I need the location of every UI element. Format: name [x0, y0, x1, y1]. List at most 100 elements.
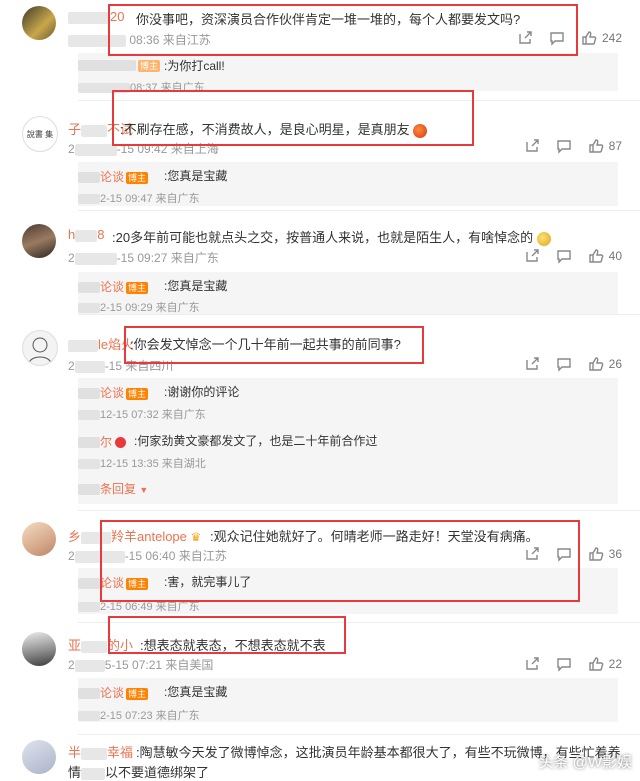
reply-author[interactable]: 博主 [78, 58, 162, 72]
avatar[interactable] [22, 224, 56, 258]
reply-author[interactable]: 论谈 博主 [78, 168, 150, 185]
comment-3: h8 :20多年前可能也就点头之交，按普通人来说，也就是陌生人，有啥悼念的 2-… [0, 210, 640, 314]
like-count: 87 [608, 139, 622, 153]
share-icon[interactable] [524, 656, 540, 672]
comment-actions: 40 [524, 248, 622, 264]
divider [78, 622, 640, 623]
caret-down-icon: ▼ [139, 485, 149, 495]
reply-author[interactable]: 论谈 博主 [78, 278, 150, 295]
blogger-badge: 博主 [126, 281, 149, 294]
comment-meta: 08:36 来自江苏 [68, 31, 211, 48]
reply-meta: 08:37 来自广东 [78, 79, 205, 95]
divider [78, 314, 640, 315]
comment-meta: 2 5-15 07:21 来自美国 [68, 658, 214, 672]
reply-author[interactable]: 论谈 博主 [78, 574, 150, 591]
reply-author[interactable]: 尔 [78, 433, 127, 450]
avatar[interactable]: 說書 集 [22, 116, 58, 152]
like-button[interactable]: 22 [588, 656, 622, 672]
share-icon[interactable] [524, 546, 540, 562]
badge-icon [115, 437, 127, 449]
comment-actions: 242 [517, 30, 622, 46]
comment-author[interactable]: 亚的小 [68, 635, 133, 654]
reply-block: 论谈 博主 :您真是宝藏 2-15 07:23 来自广东 [78, 678, 618, 722]
divider [78, 100, 640, 101]
comment-author[interactable]: 20 [68, 9, 124, 24]
like-button[interactable]: 36 [588, 546, 622, 562]
comment-icon[interactable] [556, 356, 572, 372]
comment-meta: 2 -15 06:40 来自江苏 [68, 549, 227, 563]
reply-block: 论谈 博主 :谢谢你的评论 12-15 07:32 来自广东 尔 :何家劲黄文豪都… [78, 378, 618, 504]
comment-author[interactable]: 半幸福 [68, 742, 133, 761]
comment-author[interactable]: 乡羚羊antelope ♛ [68, 526, 201, 545]
share-icon[interactable] [524, 138, 540, 154]
like-button[interactable]: 242 [581, 30, 622, 46]
comment-actions: 22 [524, 656, 622, 672]
blogger-badge: 博主 [126, 171, 149, 184]
reply-author[interactable]: 论谈 博主 [78, 384, 150, 401]
comment-icon[interactable] [556, 138, 572, 154]
comment-actions: 36 [524, 546, 622, 562]
reply-text: :为你打call! [164, 59, 225, 73]
blogger-badge: 博主 [126, 387, 149, 400]
avatar[interactable] [22, 330, 58, 366]
like-button[interactable]: 40 [588, 248, 622, 264]
comment-text: :你会发文悼念一个几十年前一起共事的前同事? [130, 337, 401, 352]
blogger-badge: 博主 [126, 577, 149, 590]
reply-meta: 2-15 09:47 来自广东 [78, 190, 200, 206]
reply-block: 论谈 博主 :害，就完事儿了 2-15 06:49 来自广东 [78, 568, 618, 614]
thumbs-up-icon [588, 357, 603, 371]
reply-text: :您真是宝藏 [164, 169, 228, 183]
comment-5: 乡羚羊antelope ♛ :观众记住她就好了。何晴老师一路走好！天堂没有病痛。… [0, 510, 640, 622]
comment-meta: 2 -15 09:27 来自广东 [68, 251, 219, 265]
thumbs-up-icon [588, 657, 603, 671]
comment-meta: 2 -15 09:42 来自上海 [68, 142, 219, 156]
comment-author[interactable]: h8 [68, 227, 104, 242]
share-icon[interactable] [524, 248, 540, 264]
reply-meta: 2-15 09:29 来自广东 [78, 299, 200, 315]
more-replies-link[interactable]: 条回复 ▼ [78, 480, 148, 497]
share-icon[interactable] [517, 30, 533, 46]
reply-author[interactable]: 论谈 博主 [78, 684, 150, 701]
reply-text: :您真是宝藏 [164, 279, 228, 293]
like-button[interactable]: 26 [588, 356, 622, 372]
comment-4: le焰火 :你会发文悼念一个几十年前一起共事的前同事? 2 -15 来自四川 26… [0, 314, 640, 510]
avatar[interactable] [22, 740, 56, 774]
thumbs-up-icon [588, 139, 603, 153]
reply-meta: 12-15 07:32 来自广东 [78, 406, 206, 422]
comment-author[interactable]: le焰火 [68, 334, 134, 353]
comment-meta: 2 -15 来自四川 [68, 359, 174, 373]
reply-block: 博主 :为你打call! 08:37 来自广东 [78, 53, 618, 94]
divider [78, 734, 640, 735]
like-count: 242 [601, 31, 622, 45]
comment-icon[interactable] [556, 248, 572, 264]
watermark: 头条 @W影娱 [538, 754, 632, 771]
divider [78, 210, 640, 211]
reply-block: 论谈 博主 :您真是宝藏 2-15 09:29 来自广东 [78, 272, 618, 314]
avatar[interactable] [22, 522, 56, 556]
comment-1: 20 你没事吧，资深演员合作伙伴肯定一堆一堆的，每个人都要发文吗? 08:36 … [0, 0, 640, 100]
comment-6: 亚的小 :想表态就表态，不想表态就不表 2 5-15 07:21 来自美国 22 … [0, 616, 640, 734]
crown-icon: ♛ [190, 530, 202, 544]
comment-icon[interactable] [549, 30, 565, 46]
share-icon[interactable] [524, 356, 540, 372]
emoji-icon [413, 123, 428, 138]
reply-text: :您真是宝藏 [164, 685, 228, 699]
comment-icon[interactable] [556, 656, 572, 672]
divider [78, 510, 640, 511]
blogger-badge: 博主 [126, 687, 149, 700]
thumbs-up-icon [588, 249, 603, 263]
comment-text: :想表态就表态，不想表态就不表 [140, 638, 326, 653]
reply-text: :谢谢你的评论 [164, 385, 240, 399]
like-count: 36 [608, 547, 622, 561]
comment-icon[interactable] [556, 546, 572, 562]
avatar[interactable] [22, 632, 56, 666]
comment-text: 你没事吧，资深演员合作伙伴肯定一堆一堆的，每个人都要发文吗? [136, 12, 521, 27]
reply-text: :何家劲黄文豪都发文了，也是二十年前合作过 [134, 434, 378, 448]
like-count: 22 [608, 657, 622, 671]
reply-block: 论谈 博主 :您真是宝藏 2-15 09:47 来自广东 [78, 162, 618, 206]
like-button[interactable]: 87 [588, 138, 622, 154]
reply-meta: 12-15 13:35 来自湖北 [78, 455, 206, 471]
avatar[interactable] [22, 6, 56, 40]
comment-text-continued: 情以不要道德绑架了 [68, 765, 210, 780]
comment-text: :20多年前可能也就点头之交，按普通人来说，也就是陌生人，有啥悼念的 [112, 227, 551, 246]
